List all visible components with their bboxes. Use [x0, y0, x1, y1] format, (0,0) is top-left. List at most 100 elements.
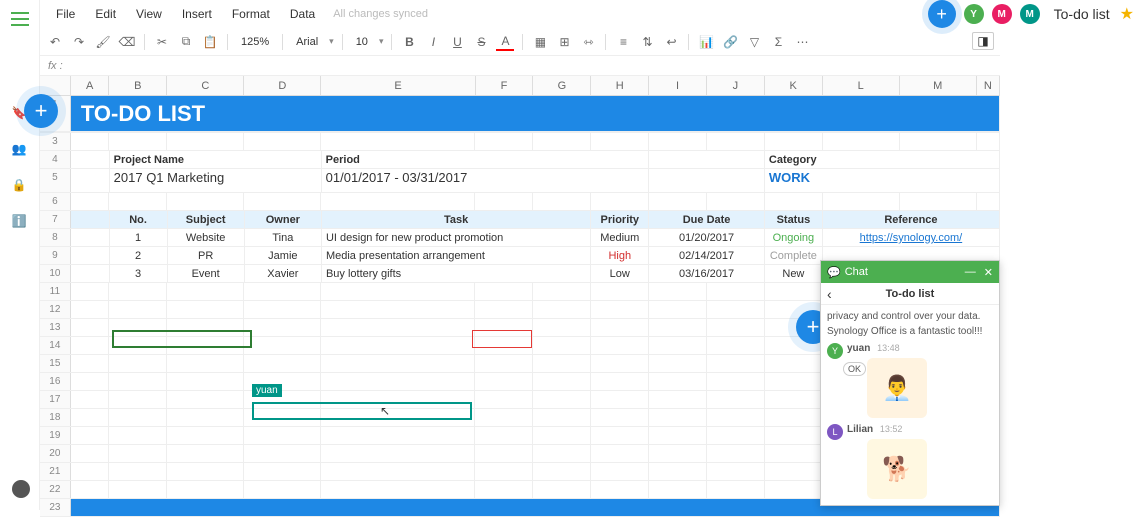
cell[interactable]: [977, 193, 1000, 210]
cell[interactable]: Media presentation arrangement: [322, 247, 591, 264]
cell[interactable]: [707, 355, 765, 372]
cell[interactable]: [707, 409, 765, 426]
cell[interactable]: [649, 391, 707, 408]
avatar-2[interactable]: M: [992, 4, 1012, 24]
cell[interactable]: [71, 193, 110, 210]
cell[interactable]: [591, 391, 649, 408]
cell[interactable]: [591, 373, 649, 390]
cell[interactable]: [765, 355, 823, 372]
italic-icon[interactable]: I: [424, 33, 442, 51]
border-icon[interactable]: ⊞: [555, 33, 573, 51]
cell[interactable]: Owner: [245, 211, 322, 228]
paint-icon[interactable]: 🖌: [94, 33, 112, 51]
cell[interactable]: [321, 373, 475, 390]
col-M[interactable]: M: [900, 76, 977, 95]
cell[interactable]: [649, 463, 707, 480]
cell[interactable]: Tina: [245, 229, 322, 246]
copy-icon[interactable]: ⧉: [177, 33, 195, 51]
cell[interactable]: [591, 133, 649, 150]
zoom-select[interactable]: 125%: [236, 33, 274, 51]
cell[interactable]: [167, 481, 244, 498]
cell[interactable]: Ongoing: [765, 229, 823, 246]
col-K[interactable]: K: [765, 76, 823, 95]
cell[interactable]: [71, 445, 110, 462]
cell[interactable]: [707, 283, 765, 300]
cell[interactable]: 01/20/2017: [649, 229, 765, 246]
info-icon[interactable]: ℹ️: [12, 214, 28, 230]
cell[interactable]: [533, 133, 591, 150]
col-I[interactable]: I: [649, 76, 707, 95]
cell[interactable]: [649, 301, 707, 318]
cell[interactable]: [244, 355, 321, 372]
formula-bar[interactable]: fx :: [40, 56, 1000, 76]
cell[interactable]: [533, 409, 591, 426]
cell[interactable]: [167, 445, 244, 462]
cell[interactable]: [321, 133, 475, 150]
cell[interactable]: [475, 373, 533, 390]
cell[interactable]: [167, 391, 244, 408]
cell[interactable]: [167, 373, 244, 390]
cell[interactable]: [321, 445, 475, 462]
col-C[interactable]: C: [167, 76, 244, 95]
cell[interactable]: Status: [765, 211, 823, 228]
cell[interactable]: Event: [168, 265, 245, 282]
cell[interactable]: [591, 337, 649, 354]
cell[interactable]: Jamie: [245, 247, 322, 264]
text-color-icon[interactable]: A: [496, 33, 514, 51]
cell[interactable]: 01/01/2017 - 03/31/2017: [322, 169, 649, 192]
back-icon[interactable]: ‹: [827, 286, 832, 302]
cell[interactable]: [649, 481, 707, 498]
cell[interactable]: Website: [168, 229, 245, 246]
cell[interactable]: [765, 427, 823, 444]
valign-icon[interactable]: ⇅: [638, 33, 656, 51]
cell[interactable]: [475, 445, 533, 462]
cell[interactable]: [649, 355, 707, 372]
cell[interactable]: [71, 133, 110, 150]
cell[interactable]: High: [591, 247, 649, 264]
cut-icon[interactable]: ✂: [153, 33, 171, 51]
menu-file[interactable]: File: [46, 3, 85, 25]
col-E[interactable]: E: [321, 76, 475, 95]
cell[interactable]: Subject: [168, 211, 245, 228]
cell[interactable]: [707, 319, 765, 336]
menu-data[interactable]: Data: [280, 3, 325, 25]
col-D[interactable]: D: [244, 76, 321, 95]
cell[interactable]: [707, 427, 765, 444]
cell[interactable]: [475, 481, 533, 498]
cell[interactable]: [475, 283, 533, 300]
strike-icon[interactable]: S: [472, 33, 490, 51]
cell[interactable]: [649, 169, 765, 192]
cell[interactable]: [475, 301, 533, 318]
cell[interactable]: [707, 391, 765, 408]
cell[interactable]: [977, 133, 1000, 150]
cell[interactable]: [765, 373, 823, 390]
cell[interactable]: [707, 337, 765, 354]
cell[interactable]: [321, 301, 475, 318]
cell[interactable]: [321, 481, 475, 498]
minimize-icon[interactable]: —: [965, 266, 976, 279]
cell[interactable]: [71, 319, 110, 336]
doc-title[interactable]: To-do list: [1054, 6, 1110, 22]
lock-icon[interactable]: 🔒: [12, 178, 28, 194]
cell[interactable]: Period: [322, 151, 649, 168]
cell[interactable]: [649, 373, 707, 390]
cell[interactable]: [707, 193, 765, 210]
cell[interactable]: [765, 391, 823, 408]
cell[interactable]: [244, 133, 321, 150]
cell[interactable]: New: [765, 265, 823, 282]
cell[interactable]: Buy lottery gifts: [322, 265, 591, 282]
cell[interactable]: [71, 409, 110, 426]
cell[interactable]: [109, 445, 167, 462]
cell[interactable]: [71, 247, 110, 264]
redo-icon[interactable]: ↷: [70, 33, 88, 51]
cell[interactable]: [167, 301, 244, 318]
underline-icon[interactable]: U: [448, 33, 466, 51]
cell[interactable]: [533, 319, 591, 336]
cell[interactable]: [244, 337, 321, 354]
cell[interactable]: [321, 427, 475, 444]
cell[interactable]: [707, 373, 765, 390]
close-icon[interactable]: ✕: [984, 266, 993, 279]
cell[interactable]: [649, 151, 765, 168]
cell[interactable]: [823, 193, 900, 210]
cell[interactable]: 1: [110, 229, 168, 246]
